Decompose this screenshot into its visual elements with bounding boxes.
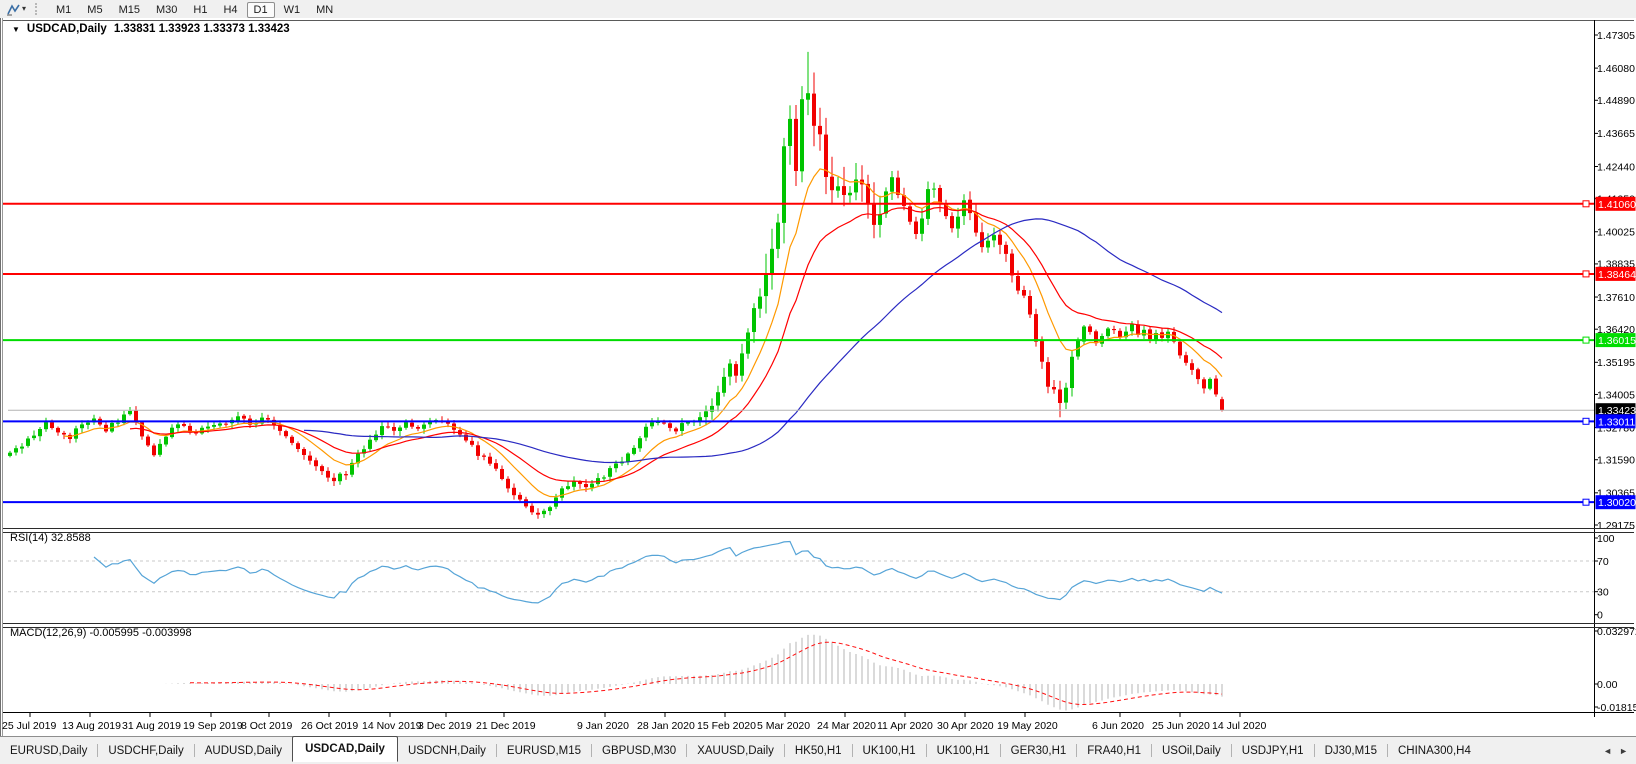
level-handle[interactable] bbox=[1583, 201, 1589, 207]
date-tick-label: 28 Jan 2020 bbox=[637, 720, 695, 732]
price-tick-label: 1.37610 bbox=[1597, 292, 1635, 304]
timeframe-button-m15[interactable]: M15 bbox=[112, 2, 147, 18]
date-tick-label: 14 Jul 2020 bbox=[1212, 720, 1266, 732]
tab-eurusd-daily[interactable]: EURUSD,Daily bbox=[0, 740, 97, 762]
chart-ohlc-values: 1.33831 1.33923 1.33373 1.33423 bbox=[114, 23, 290, 35]
tab-dj30-m15[interactable]: DJ30,M15 bbox=[1315, 740, 1387, 762]
price-tick-label: 1.31590 bbox=[1597, 455, 1635, 467]
date-tick-label: 5 Mar 2020 bbox=[757, 720, 810, 732]
level-handle[interactable] bbox=[1583, 271, 1589, 277]
top-toolbar: ▾ M1M5M15M30H1H4D1W1MN bbox=[0, 0, 1636, 18]
rsi-tick-label: 70 bbox=[1597, 556, 1609, 568]
date-tick-label: 25 Jun 2020 bbox=[1152, 720, 1210, 732]
timeframe-button-m1[interactable]: M1 bbox=[49, 2, 78, 18]
timeframe-button-m30[interactable]: M30 bbox=[149, 2, 184, 18]
tab-hk50-h1[interactable]: HK50,H1 bbox=[785, 740, 852, 762]
price-tick-label: 1.34005 bbox=[1597, 389, 1635, 401]
level-handle[interactable] bbox=[1583, 337, 1589, 343]
tab-usdjpy-h1[interactable]: USDJPY,H1 bbox=[1232, 740, 1314, 762]
tab-scroll-left-icon[interactable]: ◄ bbox=[1603, 746, 1612, 756]
tab-eurusd-m15[interactable]: EURUSD,M15 bbox=[497, 740, 591, 762]
chart-ohlc-header: ▼ USDCAD,Daily 1.33831 1.33923 1.33373 1… bbox=[12, 23, 290, 35]
rsi-indicator-label: RSI(14) 32.8588 bbox=[10, 532, 91, 544]
level-price-label: 1.33011 bbox=[1598, 416, 1635, 428]
date-tick-label: 9 Jan 2020 bbox=[577, 720, 629, 732]
date-tick-label: 15 Feb 2020 bbox=[697, 720, 756, 732]
date-tick-label: 19 Sep 2019 bbox=[183, 720, 243, 732]
tab-scroll-right-icon[interactable]: ► bbox=[1619, 746, 1628, 756]
price-tick-label: 1.44890 bbox=[1597, 95, 1635, 107]
tab-usdcnh-daily[interactable]: USDCNH,Daily bbox=[398, 740, 496, 762]
date-tick-label: 30 Apr 2020 bbox=[937, 720, 994, 732]
price-tick-label: 1.29175 bbox=[1597, 520, 1635, 532]
tab-usoil-daily[interactable]: USOil,Daily bbox=[1152, 740, 1231, 762]
tab-ger30-h1[interactable]: GER30,H1 bbox=[1001, 740, 1077, 762]
rsi-tick-label: 100 bbox=[1597, 533, 1615, 545]
tab-usdcad-daily[interactable]: USDCAD,Daily bbox=[292, 736, 398, 762]
level-price-label: 1.30020 bbox=[1598, 497, 1636, 509]
level-handle[interactable] bbox=[1583, 499, 1589, 505]
price-tick-label: 1.47305 bbox=[1597, 30, 1635, 42]
timeframe-button-w1[interactable]: W1 bbox=[277, 2, 308, 18]
timeframe-button-h1[interactable]: H1 bbox=[186, 2, 214, 18]
price-tick-label: 1.42440 bbox=[1597, 161, 1635, 173]
macd-tick-label: 0.00 bbox=[1597, 679, 1618, 691]
date-tick-label: 14 Nov 2019 bbox=[362, 720, 422, 732]
tab-china300-h4[interactable]: CHINA300,H4 bbox=[1388, 740, 1481, 762]
tab-uk100-h1[interactable]: UK100,H1 bbox=[853, 740, 926, 762]
timeframe-button-h4[interactable]: H4 bbox=[216, 2, 244, 18]
price-tick-label: 1.35195 bbox=[1597, 357, 1635, 369]
rsi-tick-label: 30 bbox=[1597, 587, 1609, 599]
level-price-label: 1.38464 bbox=[1598, 269, 1636, 281]
date-tick-label: 24 Mar 2020 bbox=[817, 720, 876, 732]
date-tick-label: 19 May 2020 bbox=[997, 720, 1058, 732]
date-tick-label: 3 Dec 2019 bbox=[418, 720, 472, 732]
chart-symbol-label: USDCAD,Daily bbox=[27, 23, 107, 35]
date-tick-label: 21 Dec 2019 bbox=[476, 720, 536, 732]
level-handle[interactable] bbox=[1583, 418, 1589, 424]
price-tick-label: 1.40025 bbox=[1597, 227, 1635, 239]
macd-indicator-label: MACD(12,26,9) -0.005995 -0.003998 bbox=[10, 627, 192, 639]
date-tick-label: 8 Oct 2019 bbox=[241, 720, 293, 732]
tab-fra40-h1[interactable]: FRA40,H1 bbox=[1077, 740, 1151, 762]
chart-tab-bar: EURUSD,DailyUSDCHF,DailyAUDUSD,DailyUSDC… bbox=[0, 736, 1636, 764]
date-tick-label: 13 Aug 2019 bbox=[62, 720, 121, 732]
chart-canvas[interactable]: 1.473051.460801.448901.436651.424401.412… bbox=[0, 18, 1636, 736]
chart-cursor-tool[interactable]: ▾ bbox=[3, 3, 29, 16]
toolbar-grip-handle[interactable] bbox=[35, 3, 40, 15]
quick-nav-arrow-icon[interactable]: ▼ bbox=[12, 25, 20, 34]
tab-gbpusd-m30[interactable]: GBPUSD,M30 bbox=[592, 740, 686, 762]
dropdown-caret-icon[interactable]: ▾ bbox=[22, 5, 26, 13]
date-tick-label: 31 Aug 2019 bbox=[122, 720, 181, 732]
date-tick-label: 25 Jul 2019 bbox=[2, 720, 56, 732]
date-tick-label: 26 Oct 2019 bbox=[301, 720, 358, 732]
level-price-label: 1.41060 bbox=[1598, 199, 1636, 211]
date-tick-label: 6 Jun 2020 bbox=[1092, 720, 1144, 732]
tab-audusd-daily[interactable]: AUDUSD,Daily bbox=[195, 740, 292, 762]
timeframe-button-group: M1M5M15M30H1H4D1W1MN bbox=[48, 0, 341, 18]
tab-scroll-arrows: ◄ ► bbox=[1595, 746, 1636, 756]
rsi-tick-label: 0 bbox=[1597, 610, 1603, 622]
tab-xauusd-daily[interactable]: XAUUSD,Daily bbox=[687, 740, 784, 762]
date-tick-label: 11 Apr 2020 bbox=[877, 720, 933, 732]
tab-strip: EURUSD,DailyUSDCHF,DailyAUDUSD,DailyUSDC… bbox=[0, 737, 1481, 764]
price-tick-label: 1.46080 bbox=[1597, 63, 1635, 75]
chart-cursor-icon bbox=[6, 3, 21, 16]
price-tick-label: 1.43665 bbox=[1597, 128, 1635, 140]
timeframe-button-mn[interactable]: MN bbox=[309, 2, 340, 18]
tab-usdchf-daily[interactable]: USDCHF,Daily bbox=[98, 740, 193, 762]
tab-uk100-h1[interactable]: UK100,H1 bbox=[927, 740, 1000, 762]
level-price-label: 1.36015 bbox=[1598, 335, 1636, 347]
timeframe-button-d1[interactable]: D1 bbox=[247, 2, 275, 18]
timeframe-button-m5[interactable]: M5 bbox=[80, 2, 109, 18]
